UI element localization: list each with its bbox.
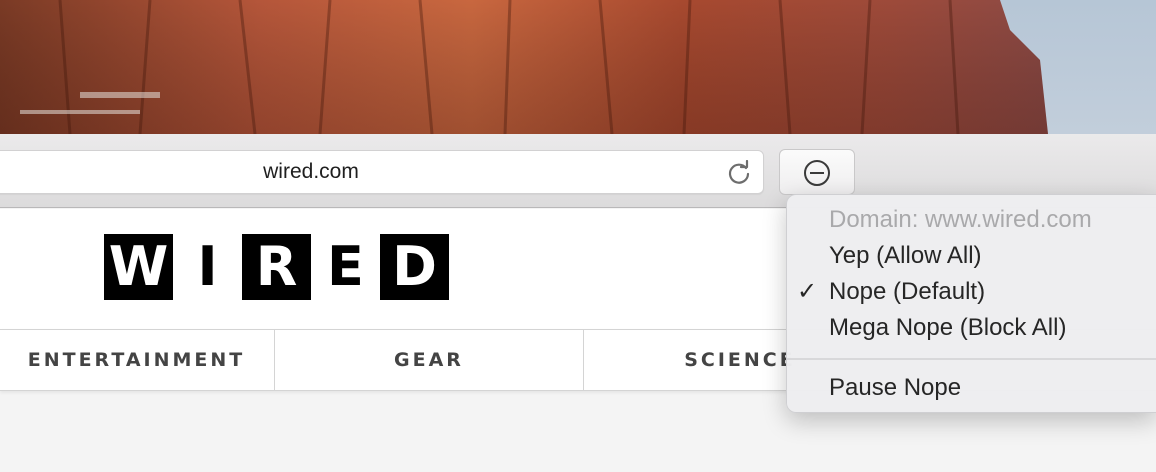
reload-icon[interactable] — [726, 160, 752, 186]
menu-item-label: Yep (Allow All) — [829, 242, 982, 269]
nav-item-gear[interactable]: GEAR — [274, 330, 584, 390]
logo-letter: W — [104, 234, 173, 300]
nope-menu: Domain: www.wired.com Yep (Allow All) ✓ … — [786, 194, 1156, 413]
desktop-wallpaper — [0, 0, 1156, 134]
logo-letter: I — [173, 234, 242, 300]
menu-item-block-all[interactable]: Mega Nope (Block All) — [787, 310, 1156, 346]
menu-item-label: Mega Nope (Block All) — [829, 314, 1067, 341]
minus-circle-icon — [804, 160, 830, 186]
address-text[interactable]: wired.com — [0, 151, 631, 193]
menu-domain-label: Domain: www.wired.com — [829, 206, 1092, 233]
menu-item-pause[interactable]: Pause Nope — [787, 370, 1156, 406]
logo-letter: D — [380, 234, 449, 300]
menu-divider — [787, 358, 1156, 360]
mountain-image — [0, 0, 1048, 134]
address-bar[interactable]: wired.com — [0, 150, 764, 194]
nav-item-entertainment[interactable]: ENTERTAINMENT — [0, 330, 273, 390]
menu-item-allow-all[interactable]: Yep (Allow All) — [787, 238, 1156, 274]
menu-item-label: Nope (Default) — [829, 278, 986, 305]
menu-item-default[interactable]: ✓ Nope (Default) — [787, 274, 1156, 310]
nope-extension-button[interactable] — [779, 149, 855, 195]
wired-logo[interactable]: W I R E D — [104, 234, 449, 300]
logo-letter: R — [242, 234, 311, 300]
checkmark-icon: ✓ — [797, 278, 818, 305]
logo-letter: E — [311, 234, 380, 300]
